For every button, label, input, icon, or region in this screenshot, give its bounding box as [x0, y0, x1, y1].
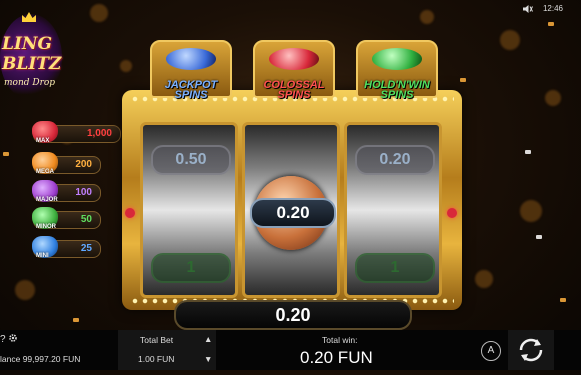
total-win-label: Total win: — [322, 335, 358, 345]
jackpot-value: 200 — [75, 159, 92, 170]
jackpot-value: 1,000 — [86, 128, 112, 139]
chest-colossal-spins: COLOSSAL SPINS — [253, 40, 335, 101]
bet-decrease-icon[interactable]: ▼ — [204, 354, 212, 364]
blue-diamond-icon — [166, 48, 216, 70]
bet-increase-icon[interactable]: ▲ — [204, 334, 212, 344]
jackpot-major: MAJOR 100 — [32, 180, 101, 203]
total-bet-label: Total Bet — [140, 335, 174, 345]
jackpot-max: MAX 1,000 — [32, 121, 121, 144]
reel-symbol: 1 — [151, 253, 231, 283]
logo-line1: LING — [2, 34, 52, 54]
bet-control: Total Bet 1.00 FUN ▲ ▼ — [118, 330, 216, 370]
green-diamond-icon — [372, 48, 422, 70]
logo-line3: mond Drop — [4, 78, 56, 88]
jackpot-name: MEGA — [36, 169, 54, 175]
jackpot-mega: MEGA 200 — [32, 152, 101, 175]
jackpot-name: MAX — [36, 138, 50, 144]
spin-refresh-icon — [519, 338, 543, 362]
info-icon[interactable]: ? — [0, 334, 6, 345]
coin-value: 0.20 — [250, 198, 336, 228]
chest-label: COLOSSAL SPINS — [263, 79, 325, 101]
jackpot-name: MAJOR — [36, 197, 58, 203]
speaker-icon[interactable] — [522, 4, 533, 13]
jackpot-name: MINOR — [36, 224, 56, 230]
status-bar: 12:46 — [522, 4, 563, 13]
logo-line2: BLITZ — [2, 54, 62, 74]
settings-gear-icon[interactable] — [8, 333, 18, 345]
left-ruby-icon — [125, 208, 135, 218]
jackpot-mini: MINI 25 — [32, 236, 101, 259]
reel-3: 0.20 1 — [344, 122, 442, 298]
red-diamond-icon — [269, 48, 319, 70]
spin-button[interactable] — [508, 330, 554, 370]
reel-symbol: 1 — [355, 253, 435, 283]
autoplay-button[interactable]: A — [481, 341, 501, 361]
jackpot-value: 50 — [80, 214, 92, 225]
chest-label: JACKPOT SPINS — [164, 79, 218, 101]
jackpot-value: 25 — [80, 243, 92, 254]
jackpot-minor: MINOR 50 — [32, 207, 101, 230]
jackpot-value: 100 — [75, 187, 92, 198]
reel-symbol: 0.50 — [151, 145, 231, 175]
reel-1: 0.50 1 — [140, 122, 238, 298]
balance-display: lance 99,997.20 FUN — [0, 354, 81, 364]
total-bet-value: 1.00 FUN — [138, 354, 175, 364]
total-win-value: 0.20 FUN — [300, 348, 373, 367]
chest-label: HOLD'N'WIN SPINS — [364, 79, 430, 101]
chest-holdnwin-spins: HOLD'N'WIN SPINS — [356, 40, 438, 101]
right-ruby-icon — [447, 208, 457, 218]
bottom-bar: ? lance 99,997.20 FUN Total Bet 1.00 FUN… — [0, 330, 581, 370]
reel-symbol: 0.20 — [355, 145, 435, 175]
win-display: 0.20 — [174, 300, 412, 330]
jackpot-name: MINI — [36, 253, 49, 259]
chest-jackpot-spins: JACKPOT SPINS — [150, 40, 232, 101]
game-logo: LING BLITZ mond Drop — [0, 12, 62, 100]
crown-icon — [22, 12, 36, 22]
clock: 12:46 — [542, 4, 563, 13]
